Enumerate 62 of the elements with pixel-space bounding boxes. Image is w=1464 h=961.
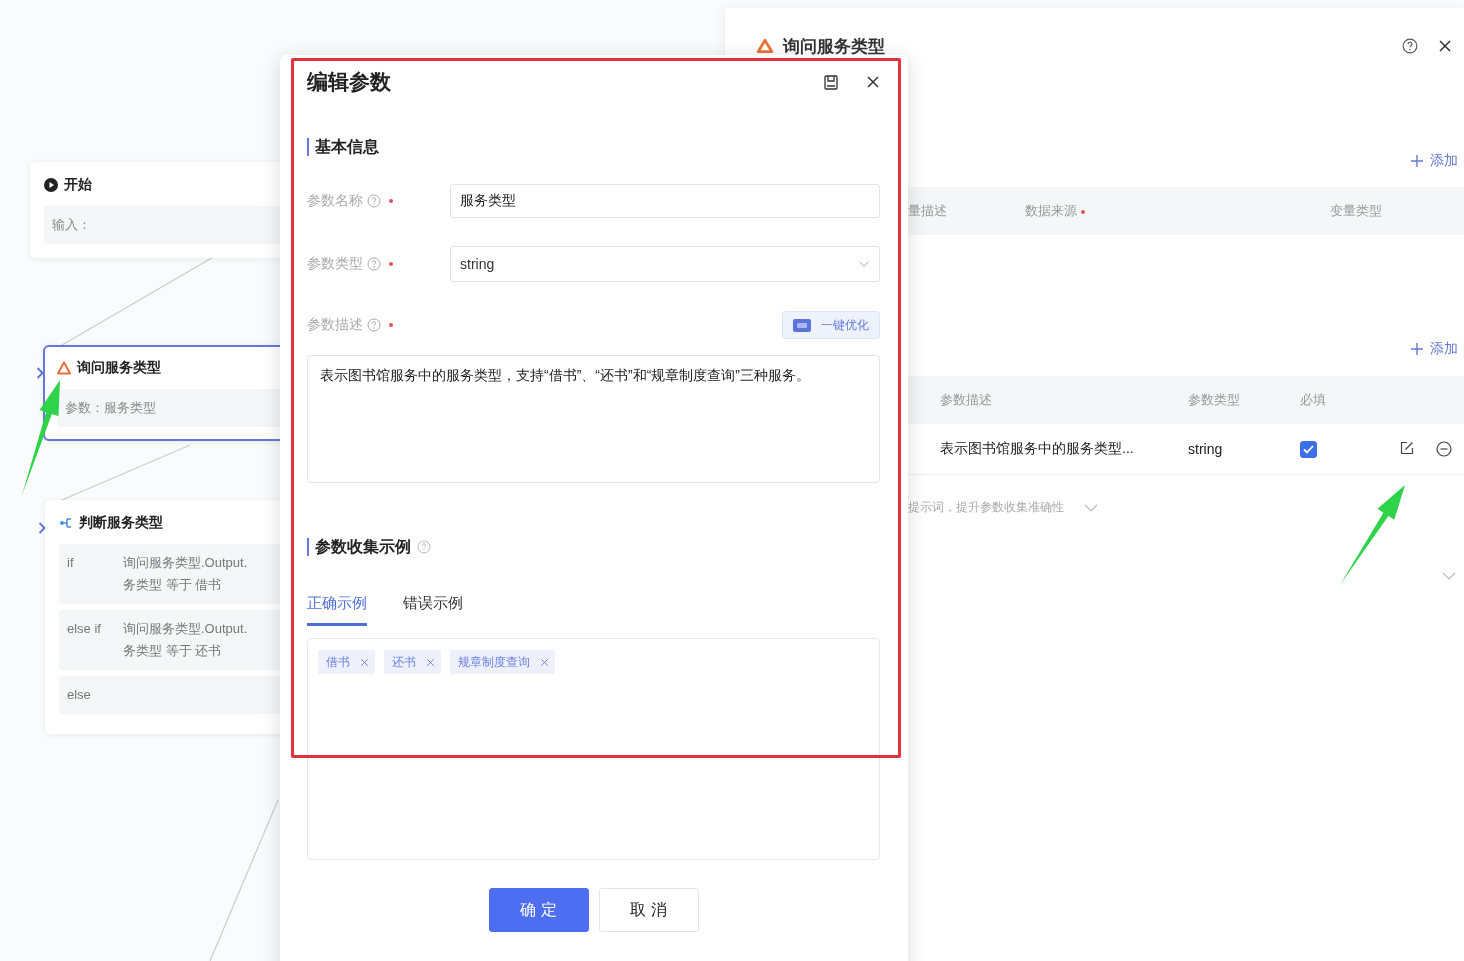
workflow-node[interactable]: 询问服务类型 参数：服务类型 [43, 345, 280, 441]
workflow-node[interactable]: 判断服务类型 if 询问服务类型.Output. 务类型 等于 借书 else if 询问服务类型.Output. 务类型 等于 还书 else [45, 500, 280, 734]
dialog-title: 编辑参数 [307, 69, 392, 95]
checkbox[interactable] [1300, 440, 1317, 458]
remove-icon[interactable] [1436, 441, 1452, 457]
condition-text: 务类型 等于 借书 [123, 576, 223, 594]
plus-icon [1410, 342, 1424, 356]
optimize-button[interactable]: 一键优化 [782, 311, 880, 339]
column-header: 量描述 [908, 202, 948, 220]
node-title: 询问服务类型 [77, 359, 161, 377]
condition-text: 询问服务类型.Output. [123, 620, 249, 638]
help-icon[interactable] [1402, 38, 1418, 54]
description-field[interactable]: 表示图书馆服务中的服务类型，支持“借书”、“还书”和“规章制度查询”三种服务。 [307, 355, 880, 483]
tab[interactable]: 错误示例 [403, 594, 463, 626]
close-icon[interactable] [866, 75, 880, 89]
branch-icon [59, 516, 73, 530]
triangle-icon [57, 361, 71, 375]
column-header: 数据来源 [1025, 202, 1330, 220]
check-icon [1303, 444, 1314, 454]
tag-label: 借书 [326, 653, 350, 671]
field-label: 参数类型 [307, 255, 363, 273]
table-cell-text: string [1188, 441, 1224, 457]
plus-icon [1410, 154, 1424, 168]
tag-label: 规章制度查询 [458, 653, 530, 671]
add-button[interactable]: 添加 [1410, 340, 1458, 358]
play-icon [44, 178, 58, 192]
field-label: 参数描述 [307, 316, 363, 334]
table-cell-text: 表示图书馆服务中的服务类型... [940, 440, 1135, 458]
condition-keyword: if [67, 554, 75, 572]
hint-text: 提示词，提升参数收集准确性 [908, 499, 1064, 516]
node-title: 开始 [64, 176, 92, 194]
triangle-icon [755, 38, 775, 54]
column-header: 参数描述 [940, 391, 993, 409]
column-header: 必填 [1300, 391, 1327, 409]
node-field: 参数：服务类型 [57, 389, 280, 427]
edit-icon[interactable] [1400, 441, 1414, 455]
column-header: 参数类型 [1188, 391, 1241, 409]
condition-keyword: else if [67, 620, 102, 638]
name-field[interactable]: 服务类型 [450, 184, 880, 218]
tag-label: 还书 [392, 653, 416, 671]
condition-keyword: else [67, 686, 92, 704]
field-label: 参数名称 [307, 192, 363, 210]
chevron-down-icon[interactable] [1442, 572, 1456, 580]
workflow-node[interactable]: 开始 输入： [30, 162, 280, 258]
cancel-button[interactable]: 取 消 [598, 888, 699, 932]
node-field: 输入： [44, 206, 280, 244]
type-select[interactable]: string [450, 246, 880, 282]
panel-title: 询问服务类型 [783, 35, 886, 58]
condition-text: 务类型 等于 还书 [123, 642, 223, 660]
node-title: 判断服务类型 [79, 514, 163, 532]
tab[interactable]: 正确示例 [307, 594, 367, 626]
ai-icon [793, 318, 811, 332]
condition-text: 询问服务类型.Output. [123, 554, 249, 572]
save-icon[interactable] [824, 74, 838, 90]
section-title: 参数收集示例 [315, 538, 411, 556]
column-header: 变量类型 [1330, 202, 1383, 220]
section-title: 基本信息 [315, 138, 379, 156]
chevron-down-icon[interactable] [1084, 503, 1098, 512]
add-button[interactable]: 添加 [1410, 152, 1458, 170]
chevron-down-icon[interactable] [859, 261, 869, 267]
close-icon[interactable] [1438, 39, 1452, 53]
confirm-button[interactable]: 确 定 [488, 888, 589, 932]
